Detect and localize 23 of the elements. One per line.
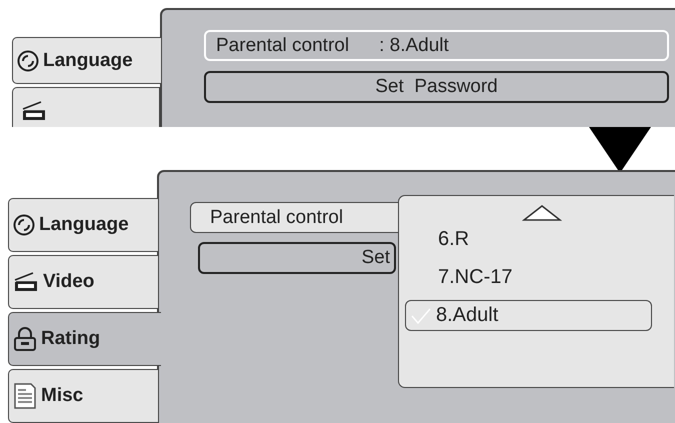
- checkmark-icon: [410, 306, 432, 324]
- menu-tab[interactable]: Video: [8, 255, 159, 309]
- set-password-button[interactable]: Set: [198, 242, 396, 274]
- set-password-button[interactable]: Set Password: [204, 71, 669, 103]
- dropdown-option[interactable]: 6.R: [405, 224, 652, 255]
- dropdown-option[interactable]: 8.Adult: [405, 300, 652, 331]
- down-arrow-icon: [589, 127, 651, 173]
- document-icon: [13, 383, 37, 409]
- setting-label: Parental control: [210, 206, 344, 228]
- menu-tab[interactable]: Misc: [8, 369, 159, 423]
- disc-icon: [13, 214, 35, 236]
- clapperboard-icon: [21, 100, 47, 122]
- menu-tab[interactable]: Language: [8, 198, 159, 252]
- parental-control-row[interactable]: Parental control : 8.Adult: [204, 30, 669, 61]
- disc-icon: [17, 50, 39, 72]
- clapperboard-icon: [13, 271, 39, 293]
- menu-tab[interactable]: Rating: [8, 312, 161, 366]
- dropdown-option[interactable]: 7.NC-17: [405, 262, 652, 293]
- padlock-icon: [13, 327, 37, 351]
- menu-tab[interactable]: Language: [12, 37, 162, 84]
- scroll-up-icon[interactable]: [522, 204, 562, 222]
- setting-label: Parental control: [216, 34, 350, 56]
- setting-value: : 8.Adult: [379, 34, 449, 56]
